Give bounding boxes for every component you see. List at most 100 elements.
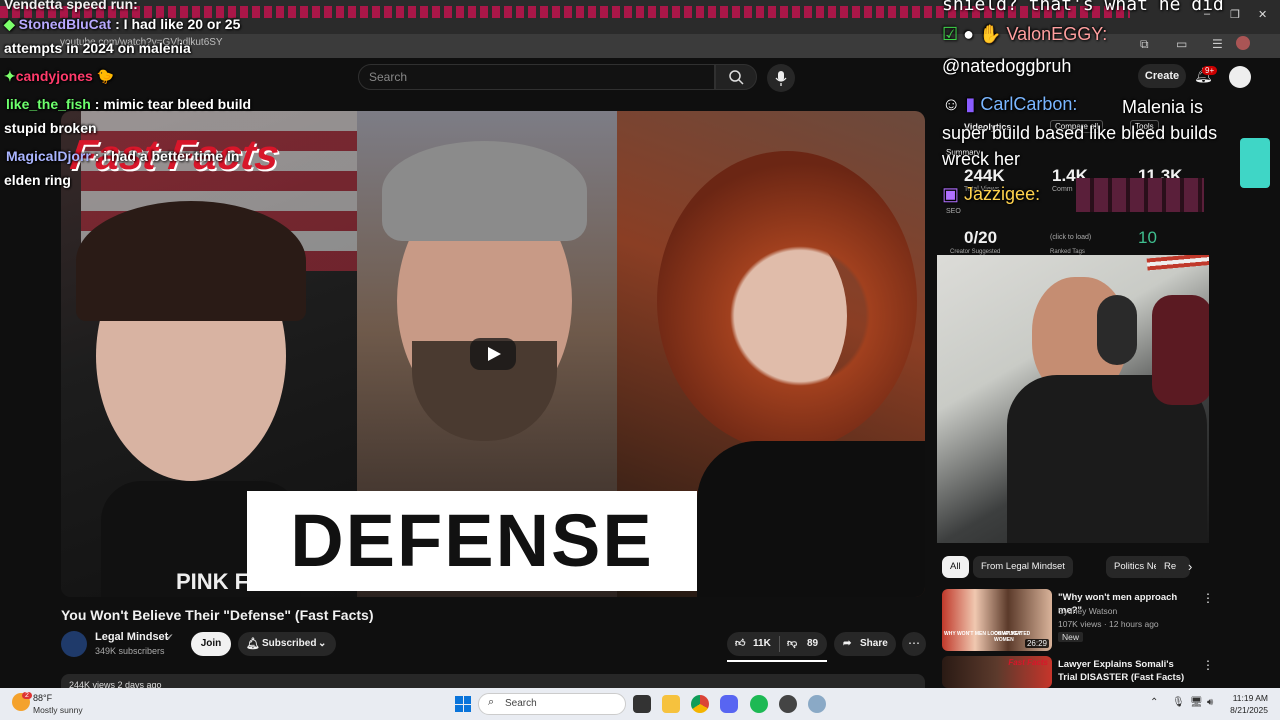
- chip-partial[interactable]: Re: [1156, 556, 1190, 578]
- weather-temp[interactable]: 88°F: [33, 693, 52, 703]
- chat-text: : I had like 20 or 25: [111, 16, 241, 32]
- chat-username: MagicalDjorr: [6, 148, 91, 164]
- sub-badge-icon: ▣: [942, 184, 960, 204]
- chat-message: ◆ StonedBluCat : I had like 20 or 25: [4, 16, 240, 33]
- microphone-icon: [775, 71, 787, 86]
- play-button[interactable]: [470, 338, 516, 370]
- check-badge-icon: ☑: [942, 24, 959, 44]
- video-player[interactable]: PINK F Fast Facts DEFENSE: [61, 111, 925, 597]
- new-badge: New: [1058, 632, 1084, 642]
- flag-decoration: [1146, 255, 1209, 271]
- seo-label: SEO: [946, 208, 961, 215]
- click-to-load[interactable]: (click to load): [1050, 234, 1091, 241]
- subscribed-button[interactable]: 🔔︎ Subscribed ⌄: [238, 632, 336, 656]
- overlay-chat-message: @natedoggbruh: [942, 56, 1072, 76]
- chat-username: like_the_fish: [6, 96, 91, 112]
- recommendation-thumbnail[interactable]: WHY WON'T MEN LOOK AT ME? COMPLICATED WO…: [942, 589, 1052, 651]
- restore-icon[interactable]: ❐: [1230, 8, 1240, 21]
- share-icon: ➦: [843, 638, 852, 649]
- obs-icon[interactable]: [779, 695, 797, 713]
- thumb-text: Fast Facts: [1008, 658, 1048, 667]
- ten-stat: 10: [1138, 228, 1157, 247]
- subscriber-count: 349K subscribers: [95, 646, 165, 656]
- share-label: Share: [860, 638, 888, 649]
- more-vert-icon[interactable]: ⋮: [1202, 591, 1214, 605]
- spotify-icon[interactable]: [750, 695, 768, 713]
- more-vert-icon[interactable]: ⋮: [1202, 658, 1212, 672]
- weather-desc[interactable]: Mostly sunny: [33, 705, 83, 715]
- verified-icon: ✔: [166, 632, 174, 642]
- gem-icon: ◆: [4, 16, 19, 32]
- duration-badge: 26:29: [1024, 639, 1049, 648]
- recommendation-thumbnail[interactable]: Fast Facts: [942, 656, 1052, 688]
- channel-avatar[interactable]: [61, 631, 87, 657]
- chat-top-banner: Vendetta speed run:: [4, 0, 138, 12]
- clock-time[interactable]: 11:19 AM: [1226, 693, 1268, 703]
- chip-all[interactable]: All: [942, 556, 969, 578]
- headphones: [1097, 295, 1137, 365]
- hair-right: [657, 151, 917, 451]
- microphone-tray-icon[interactable]: 🎙︎: [1172, 697, 1185, 708]
- chat-message: MagicalDjorr : i had a better time in: [6, 148, 239, 164]
- chat-username: Jazzigee:: [964, 184, 1041, 204]
- sparkline: [1076, 178, 1204, 212]
- search-button[interactable]: [715, 64, 757, 90]
- app-icon[interactable]: [808, 695, 826, 713]
- search-input[interactable]: Search: [358, 64, 715, 90]
- file-explorer-icon[interactable]: [662, 695, 680, 713]
- chrome-icon[interactable]: [691, 695, 709, 713]
- video-title: You Won't Believe Their "Defense" (Fast …: [61, 607, 374, 623]
- like-ratio-bar: [727, 660, 827, 662]
- chat-text: : mimic tear bleed build: [90, 96, 252, 112]
- like-dislike-group: 👍︎ 11K 👎︎ 89: [727, 632, 827, 656]
- recommendation-item[interactable]: Fast Facts Lawyer Explains Somali's Tria…: [942, 656, 1212, 688]
- voice-search-button[interactable]: [767, 64, 795, 92]
- close-icon[interactable]: ✕: [1258, 8, 1267, 21]
- create-button[interactable]: Create: [1138, 64, 1186, 88]
- thumb-text: COMPLICATED WOMEN: [994, 631, 1031, 643]
- account-avatar[interactable]: [1229, 66, 1251, 88]
- chip-from-channel[interactable]: From Legal Mindset: [973, 556, 1073, 578]
- like-count[interactable]: 11K: [753, 632, 771, 656]
- top-right: [697, 441, 925, 597]
- notification-count: 9+: [1202, 66, 1218, 75]
- overlay-chat-message: ▣ Jazzigee:: [942, 184, 1040, 205]
- search-icon: [729, 70, 744, 85]
- extensions-icon[interactable]: ⧉: [1140, 37, 1149, 52]
- dislike-icon[interactable]: 👎︎: [787, 632, 797, 656]
- weather-badge: 2: [22, 692, 32, 699]
- recommendation-channel[interactable]: Sydney Watson: [1058, 606, 1117, 616]
- share-button[interactable]: ➦ Share: [834, 632, 896, 656]
- discord-icon[interactable]: [720, 695, 738, 713]
- menu-icon[interactable]: ☰: [1212, 37, 1223, 51]
- comments-label: Comm: [1052, 186, 1073, 193]
- network-icon[interactable]: 🖥︎: [1190, 697, 1203, 708]
- volume-icon[interactable]: 🔊︎: [1207, 697, 1213, 708]
- emote-icon: 🐤: [92, 68, 115, 84]
- recommendation-title[interactable]: Lawyer Explains Somali's Trial DISASTER …: [1058, 658, 1188, 684]
- task-view-icon[interactable]: [633, 695, 651, 713]
- chat-text: : i had a better time in: [90, 148, 240, 164]
- taskbar-search[interactable]: Search: [478, 693, 626, 715]
- clock-date[interactable]: 8/21/2025: [1226, 705, 1268, 715]
- shirt-text: PINK F: [176, 569, 249, 594]
- join-button[interactable]: Join: [191, 632, 231, 656]
- dislike-count[interactable]: 89: [807, 632, 818, 656]
- chat-username: candyjones: [15, 68, 93, 84]
- chat-message-continued: attempts in 2024 on malenia: [4, 40, 191, 56]
- start-button[interactable]: [455, 696, 471, 712]
- bell-icon: 🔔︎: [246, 638, 260, 650]
- streamer-webcam: [937, 255, 1209, 543]
- channel-name[interactable]: Legal Mindset: [95, 631, 168, 643]
- recommendation-item[interactable]: WHY WON'T MEN LOOK AT ME? COMPLICATED WO…: [942, 589, 1214, 651]
- thumbnail-caption: DEFENSE: [247, 491, 697, 591]
- profile-avatar[interactable]: [1236, 36, 1250, 50]
- side-extension-tab[interactable]: [1240, 138, 1270, 188]
- sidebar-icon[interactable]: ▭: [1176, 37, 1187, 51]
- chevron-down-icon: ⌄: [318, 638, 327, 649]
- chevron-right-icon[interactable]: ›: [1188, 559, 1192, 574]
- more-actions-button[interactable]: ⋯: [902, 632, 926, 656]
- like-icon[interactable]: 👍︎: [735, 632, 745, 656]
- chat-message-continued: stupid broken: [4, 120, 97, 136]
- tray-chevron-icon[interactable]: ⌃: [1150, 697, 1158, 708]
